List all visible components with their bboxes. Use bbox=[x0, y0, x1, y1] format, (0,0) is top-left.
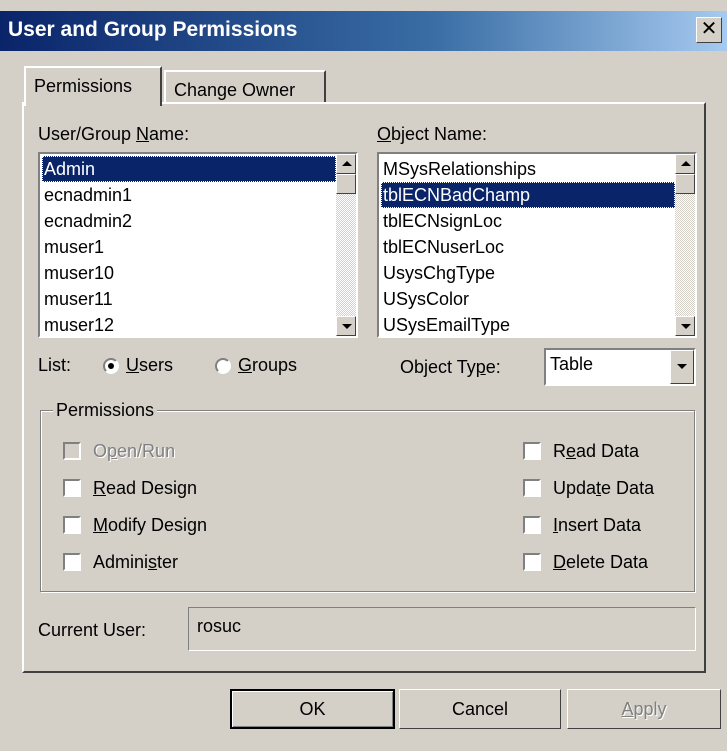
object-name-listbox[interactable]: MSysRelationships tblECNBadChamp tblECNs… bbox=[377, 152, 697, 338]
arrow-up-icon bbox=[342, 161, 352, 166]
insert-data-checkbox[interactable] bbox=[523, 516, 541, 534]
scroll-up-button[interactable] bbox=[675, 154, 695, 174]
list-label: List: bbox=[38, 355, 72, 375]
administer-checkbox[interactable] bbox=[63, 553, 81, 571]
top-strip bbox=[0, 0, 727, 11]
user-group-items: Admin ecnadmin1 ecnadmin2 muser1 muser10… bbox=[42, 156, 336, 336]
user-group-scrollbar[interactable] bbox=[336, 154, 356, 336]
list-item[interactable]: muser11 bbox=[42, 286, 336, 312]
list-item[interactable]: UsysChgType bbox=[381, 260, 675, 286]
groups-radio-label[interactable]: Groups bbox=[238, 355, 297, 376]
list-item[interactable]: ecnadmin1 bbox=[42, 182, 336, 208]
users-radio-label[interactable]: Users bbox=[126, 355, 173, 376]
tab-permissions-label: Permissions bbox=[34, 76, 133, 96]
list-item[interactable]: muser10 bbox=[42, 260, 336, 286]
radio-dot bbox=[108, 363, 114, 369]
scroll-up-button[interactable] bbox=[336, 154, 356, 174]
list-item[interactable]: ecnadmin2 bbox=[42, 208, 336, 234]
read-data-label[interactable]: Read Data bbox=[553, 441, 639, 462]
update-data-checkbox[interactable] bbox=[523, 479, 541, 497]
list-item[interactable]: tblECNsignLoc bbox=[381, 208, 675, 234]
read-design-label[interactable]: Read Design bbox=[93, 478, 197, 499]
tab-permissions[interactable]: Permissions bbox=[24, 66, 162, 106]
ok-button[interactable]: OK bbox=[230, 689, 395, 729]
read-design-checkbox[interactable] bbox=[63, 479, 81, 497]
object-scrollbar[interactable] bbox=[675, 154, 695, 336]
user-group-listbox[interactable]: Admin ecnadmin1 ecnadmin2 muser1 muser10… bbox=[38, 152, 358, 338]
close-icon: ✕ bbox=[700, 18, 718, 40]
scroll-thumb[interactable] bbox=[336, 174, 356, 194]
delete-data-label[interactable]: Delete Data bbox=[553, 552, 648, 573]
object-type-value: Table bbox=[550, 354, 594, 374]
open-run-checkbox bbox=[63, 442, 81, 460]
update-data-label[interactable]: Update Data bbox=[553, 478, 654, 499]
permissions-legend: Permissions bbox=[53, 400, 158, 421]
list-item[interactable]: Admin bbox=[42, 156, 336, 182]
title-bar[interactable]: User and Group Permissions ✕ bbox=[0, 11, 727, 51]
apply-button[interactable]: Apply bbox=[567, 689, 721, 729]
arrow-up-icon bbox=[681, 161, 691, 166]
list-item[interactable]: USysColor bbox=[381, 286, 675, 312]
object-type-select[interactable]: Table bbox=[544, 348, 696, 386]
scroll-down-button[interactable] bbox=[336, 316, 356, 336]
scroll-down-button[interactable] bbox=[675, 316, 695, 336]
open-run-label: Open/Run bbox=[93, 441, 176, 461]
list-item[interactable]: muser12 bbox=[42, 312, 336, 336]
dialog-window: User and Group Permissions ✕ Permissions… bbox=[0, 0, 727, 751]
list-item[interactable]: muser1 bbox=[42, 234, 336, 260]
modify-design-checkbox[interactable] bbox=[63, 516, 81, 534]
administer-label[interactable]: Administer bbox=[93, 552, 178, 573]
user-group-name-label: User/Group Name: bbox=[38, 124, 190, 144]
object-type-label: Object Type: bbox=[400, 357, 501, 377]
users-radio[interactable] bbox=[103, 358, 119, 374]
tab-change-owner[interactable]: Change Owner bbox=[164, 70, 326, 102]
chevron-down-icon bbox=[677, 364, 687, 369]
list-item[interactable]: tblECNBadChamp bbox=[381, 182, 675, 208]
arrow-down-icon bbox=[342, 324, 352, 329]
arrow-down-icon bbox=[681, 324, 691, 329]
list-item[interactable]: USysEmailType bbox=[381, 312, 675, 336]
insert-data-label[interactable]: Insert Data bbox=[553, 515, 641, 536]
object-name-label: Object Name: bbox=[377, 124, 488, 144]
current-user-label: Current User: bbox=[38, 620, 147, 640]
cancel-button[interactable]: Cancel bbox=[399, 689, 561, 729]
modify-design-label[interactable]: Modify Design bbox=[93, 515, 207, 536]
current-user-value: rosuc bbox=[197, 616, 242, 636]
delete-data-checkbox[interactable] bbox=[523, 553, 541, 571]
scroll-thumb[interactable] bbox=[675, 174, 695, 194]
object-items: MSysRelationships tblECNBadChamp tblECNs… bbox=[381, 156, 675, 336]
current-user-field: rosuc bbox=[188, 607, 696, 651]
close-button[interactable]: ✕ bbox=[696, 17, 722, 43]
groups-radio[interactable] bbox=[215, 358, 231, 374]
object-type-dropdown-button[interactable] bbox=[670, 350, 694, 384]
list-item[interactable]: tblECNuserLoc bbox=[381, 234, 675, 260]
window-title: User and Group Permissions bbox=[8, 18, 298, 41]
tab-change-owner-label: Change Owner bbox=[174, 80, 296, 100]
list-item[interactable]: MSysRelationships bbox=[381, 156, 675, 182]
read-data-checkbox[interactable] bbox=[523, 442, 541, 460]
